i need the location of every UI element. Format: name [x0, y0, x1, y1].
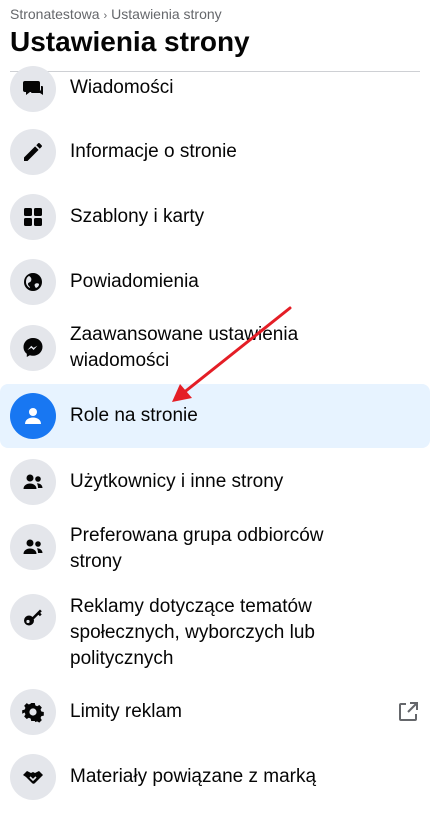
people-icon	[10, 524, 56, 570]
menu-item-wiadomosci[interactable]: Wiadomości	[0, 66, 430, 112]
menu-item-label: Informacje o stronie	[70, 141, 237, 162]
gear-icon	[10, 689, 56, 735]
menu-item-uzytkownicy[interactable]: Użytkownicy i inne strony	[0, 452, 430, 512]
menu-item-label: Powiadomienia	[70, 271, 199, 292]
menu-item-zaawansowane-wiadomosci[interactable]: Zaawansowane ustawienia wiadomości	[0, 318, 430, 378]
menu-item-limity-reklam[interactable]: Limity reklam	[0, 686, 430, 738]
menu-item-label: Zaawansowane ustawienia wiadomości	[70, 324, 299, 371]
menu-item-label: Role na stronie	[70, 405, 198, 426]
menu-item-label: Wiadomości	[70, 77, 174, 98]
menu-item-label: Materiały powiązane z marką	[70, 766, 317, 787]
external-link-icon	[396, 700, 420, 724]
menu-item-label: Limity reklam	[70, 701, 182, 722]
settings-menu: Wiadomości Informacje o stronie Szablony…	[0, 0, 438, 814]
menu-item-powiadomienia[interactable]: Powiadomienia	[0, 252, 430, 312]
menu-item-reklamy-spoleczne[interactable]: Reklamy dotyczące tematów społecznych, w…	[0, 588, 430, 674]
menu-item-role-na-stronie[interactable]: Role na stronie	[0, 384, 430, 448]
messenger-icon	[10, 325, 56, 371]
menu-item-label: Użytkownicy i inne strony	[70, 471, 284, 492]
pencil-icon	[10, 129, 56, 175]
handshake-icon	[10, 754, 56, 800]
people-icon	[10, 459, 56, 505]
menu-item-label: Preferowana grupa odbiorców strony	[70, 525, 324, 572]
globe-icon	[10, 259, 56, 305]
grid-icon	[10, 194, 56, 240]
menu-item-informacje[interactable]: Informacje o stronie	[0, 122, 430, 182]
person-icon	[10, 393, 56, 439]
key-icon	[10, 594, 56, 640]
menu-item-label: Reklamy dotyczące tematów społecznych, w…	[70, 596, 315, 669]
chat-bubble-icon	[10, 66, 56, 112]
menu-item-label: Szablony i karty	[70, 206, 205, 227]
menu-item-szablony[interactable]: Szablony i karty	[0, 187, 430, 247]
menu-item-preferowana-grupa[interactable]: Preferowana grupa odbiorców strony	[0, 516, 430, 582]
menu-item-materialy-marka[interactable]: Materiały powiązane z marką	[0, 750, 430, 804]
